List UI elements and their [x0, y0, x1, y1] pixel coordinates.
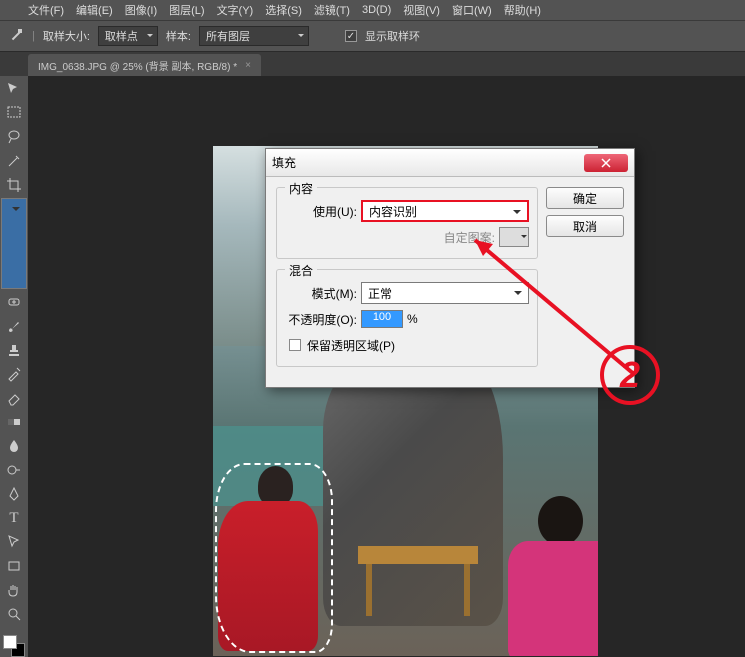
- use-label: 使用(U):: [285, 203, 357, 220]
- menu-type[interactable]: 文字(Y): [217, 2, 254, 18]
- zoom-tool[interactable]: [2, 603, 26, 625]
- menu-layer[interactable]: 图层(L): [169, 2, 204, 18]
- pattern-label: 自定图案:: [444, 229, 495, 246]
- menu-window[interactable]: 窗口(W): [452, 2, 492, 18]
- options-bar: | 取样大小: 取样点 样本: 所有图层 ✓ 显示取样环: [0, 20, 745, 52]
- tools-panel: T: [0, 76, 28, 657]
- show-ring-label: 显示取样环: [365, 28, 420, 44]
- fill-dialog: 填充 内容 使用(U): 内容识别 自定图案: 混合 模式(M):: [265, 148, 635, 388]
- menu-filter[interactable]: 滤镜(T): [314, 2, 350, 18]
- document-tabs: IMG_0638.JPG @ 25% (背景 副本, RGB/8) * ×: [0, 52, 745, 76]
- mode-dropdown[interactable]: 正常: [361, 282, 529, 304]
- preserve-transparency-label: 保留透明区域(P): [307, 337, 395, 354]
- dialog-titlebar[interactable]: 填充: [266, 149, 634, 177]
- blend-group: 混合 模式(M): 正常 不透明度(O): 100 % 保留透明区域(P): [276, 269, 538, 367]
- gradient-tool[interactable]: [2, 411, 26, 433]
- move-tool[interactable]: [2, 78, 26, 100]
- preserve-transparency-checkbox[interactable]: [289, 339, 301, 351]
- document-tab-label: IMG_0638.JPG @ 25% (背景 副本, RGB/8) *: [38, 58, 237, 73]
- menu-bar: 文件(F) 编辑(E) 图像(I) 图层(L) 文字(Y) 选择(S) 滤镜(T…: [0, 0, 745, 20]
- healing-tool[interactable]: [2, 291, 26, 313]
- image-table: [358, 546, 478, 616]
- pattern-picker[interactable]: [499, 227, 529, 247]
- opacity-unit: %: [407, 312, 418, 326]
- stamp-tool[interactable]: [2, 339, 26, 361]
- ok-button[interactable]: 确定: [546, 187, 624, 209]
- dialog-title: 填充: [272, 154, 584, 171]
- image-person-left: [218, 466, 338, 656]
- menu-help[interactable]: 帮助(H): [504, 2, 541, 18]
- blend-group-label: 混合: [285, 262, 317, 279]
- eyedropper-tool[interactable]: [1, 198, 27, 289]
- tab-close-icon[interactable]: ×: [245, 60, 251, 71]
- use-dropdown[interactable]: 内容识别: [361, 200, 529, 222]
- menu-view[interactable]: 视图(V): [403, 2, 440, 18]
- eyedropper-icon[interactable]: [8, 28, 24, 44]
- history-brush-tool[interactable]: [2, 363, 26, 385]
- menu-3d[interactable]: 3D(D): [362, 4, 391, 16]
- menu-file[interactable]: 文件(F): [28, 2, 64, 18]
- path-select-tool[interactable]: [2, 531, 26, 553]
- pen-tool[interactable]: [2, 483, 26, 505]
- opacity-label: 不透明度(O):: [285, 311, 357, 328]
- image-person-right: [508, 496, 598, 656]
- sample-layers-dropdown[interactable]: 所有图层: [199, 26, 309, 46]
- dodge-tool[interactable]: [2, 459, 26, 481]
- crop-tool[interactable]: [2, 174, 26, 196]
- show-ring-checkbox[interactable]: ✓: [345, 30, 357, 42]
- sample-size-dropdown[interactable]: 取样点: [98, 26, 158, 46]
- wand-tool[interactable]: [2, 150, 26, 172]
- mode-label: 模式(M):: [285, 285, 357, 302]
- content-group: 内容 使用(U): 内容识别 自定图案:: [276, 187, 538, 259]
- lasso-tool[interactable]: [2, 126, 26, 148]
- brush-tool[interactable]: [2, 315, 26, 337]
- shape-tool[interactable]: [2, 555, 26, 577]
- annotation-number: 2: [600, 345, 660, 405]
- sample-layers-label: 样本:: [166, 28, 191, 44]
- dialog-close-button[interactable]: [584, 154, 628, 172]
- menu-edit[interactable]: 编辑(E): [76, 2, 113, 18]
- document-tab[interactable]: IMG_0638.JPG @ 25% (背景 副本, RGB/8) * ×: [28, 54, 261, 76]
- blur-tool[interactable]: [2, 435, 26, 457]
- opacity-input[interactable]: 100: [361, 310, 403, 328]
- sample-size-label: 取样大小:: [43, 28, 90, 44]
- menu-image[interactable]: 图像(I): [125, 2, 157, 18]
- marquee-tool[interactable]: [2, 102, 26, 124]
- color-swatch[interactable]: [3, 635, 25, 657]
- menu-select[interactable]: 选择(S): [265, 2, 302, 18]
- content-group-label: 内容: [285, 180, 317, 197]
- eraser-tool[interactable]: [2, 387, 26, 409]
- hand-tool[interactable]: [2, 579, 26, 601]
- type-tool[interactable]: T: [2, 507, 26, 529]
- cancel-button[interactable]: 取消: [546, 215, 624, 237]
